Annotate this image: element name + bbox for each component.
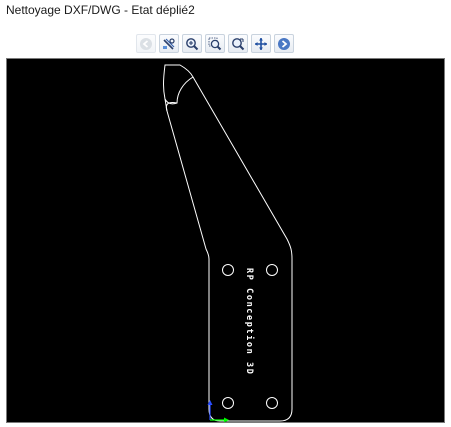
pan-button[interactable] — [251, 34, 271, 53]
part-outline — [163, 64, 194, 105]
forward-arrow-icon — [278, 37, 290, 50]
clean-tool-icon — [163, 37, 175, 50]
back-button[interactable] — [136, 34, 156, 53]
hole-top-right — [266, 264, 278, 276]
zoom-window-button[interactable] — [205, 34, 225, 53]
hole-top-left — [222, 264, 234, 276]
part-outline-main — [165, 76, 293, 422]
zoom-in-icon — [186, 37, 199, 50]
view-toolbar — [136, 34, 294, 53]
zoom-fit-icon — [232, 37, 245, 50]
pan-move-icon — [255, 37, 267, 50]
drawing-canvas[interactable]: RP Conception 3D — [6, 58, 445, 423]
back-arrow-icon — [140, 37, 152, 50]
zoom-in-button[interactable] — [182, 34, 202, 53]
window-title: Nettoyage DXF/DWG - Etat déplié2 — [6, 3, 195, 17]
part-drawing: RP Conception 3D — [163, 64, 293, 422]
zoom-fit-button[interactable] — [228, 34, 248, 53]
zoom-window-icon — [208, 37, 222, 50]
hole-bottom-right — [266, 397, 278, 409]
clean-tool-button[interactable] — [159, 34, 179, 53]
origin-axes-icon — [207, 400, 229, 422]
hole-bottom-left — [222, 397, 234, 409]
next-button[interactable] — [274, 34, 294, 53]
engraved-text: RP Conception 3D — [244, 268, 255, 375]
